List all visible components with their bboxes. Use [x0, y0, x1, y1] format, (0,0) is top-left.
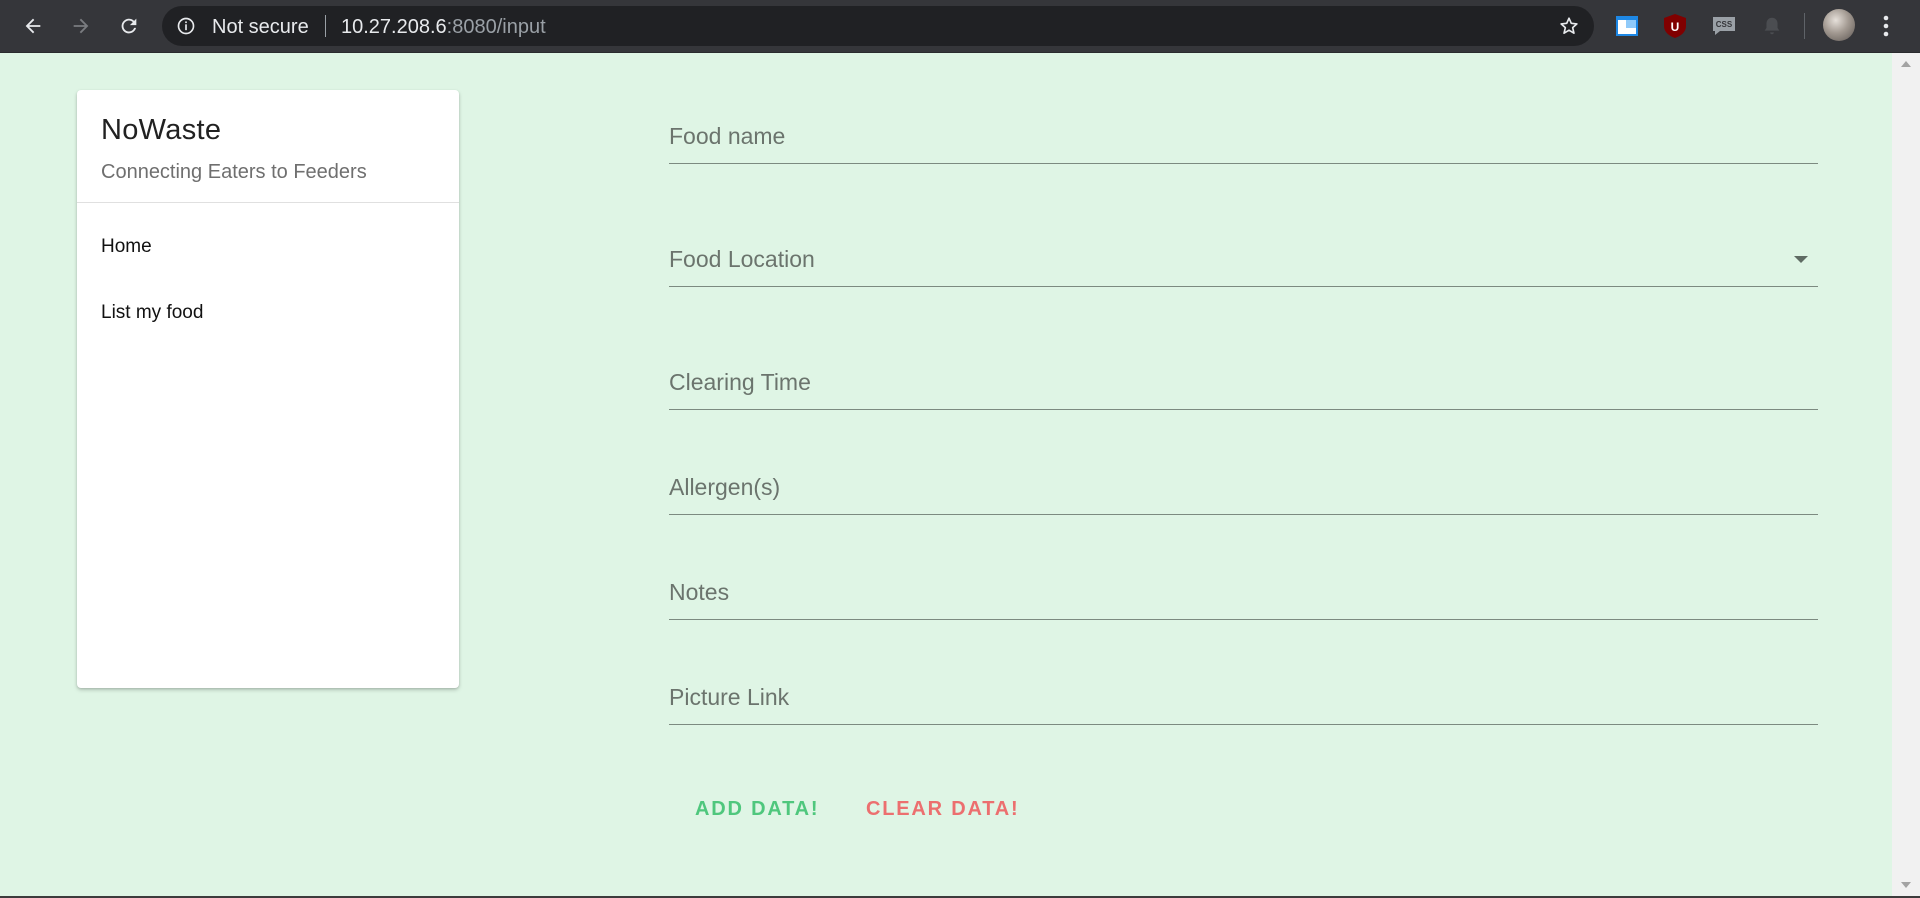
- nav-item-list-my-food[interactable]: List my food: [77, 286, 459, 340]
- dropdown-arrow-icon[interactable]: [1794, 256, 1808, 263]
- bell-extension-icon[interactable]: [1759, 13, 1785, 39]
- add-data-button[interactable]: ADD DATA!: [669, 783, 845, 835]
- field-label: Clearing Time: [669, 369, 811, 395]
- info-icon[interactable]: [176, 16, 196, 36]
- kebab-menu-icon[interactable]: [1876, 12, 1896, 40]
- url-path: :8080/input: [446, 16, 546, 38]
- field-label: Food name: [669, 123, 786, 149]
- nav-item-home[interactable]: Home: [77, 220, 459, 274]
- ublock-icon[interactable]: U: [1662, 13, 1688, 39]
- picture-link-field[interactable]: Picture Link: [669, 667, 1818, 725]
- address-bar[interactable]: Not secure 10.27.208.6:8080/input: [162, 6, 1594, 46]
- forward-arrow-icon: [73, 18, 89, 34]
- nav-item-label: Home: [101, 236, 152, 257]
- reload-icon: [121, 18, 137, 34]
- app-subtitle: Connecting Eaters to Feeders: [101, 161, 367, 183]
- food-location-select[interactable]: Food Location: [669, 223, 1818, 287]
- bookmark-star-icon[interactable]: [1558, 15, 1580, 37]
- css-extension-icon[interactable]: CSS: [1711, 13, 1737, 39]
- forward-button[interactable]: [65, 10, 97, 42]
- clear-data-button[interactable]: CLEAR DATA!: [840, 783, 1045, 835]
- page-content: NoWaste Connecting Eaters to Feeders Hom…: [0, 53, 1892, 896]
- field-label: Picture Link: [669, 684, 790, 710]
- navigation-drawer: NoWaste Connecting Eaters to Feeders Hom…: [77, 90, 459, 688]
- scroll-down-arrow-icon[interactable]: [1901, 882, 1911, 888]
- profile-avatar[interactable]: [1823, 9, 1855, 41]
- back-arrow-icon: [25, 18, 41, 34]
- back-button[interactable]: [17, 10, 49, 42]
- toolbar-separator: [1804, 13, 1805, 39]
- drawer-divider: [77, 202, 459, 203]
- page-scrollbar[interactable]: [1892, 53, 1920, 896]
- window-extension-icon[interactable]: [1614, 13, 1640, 39]
- notes-field[interactable]: Notes: [669, 562, 1818, 620]
- browser-toolbar: Not secure 10.27.208.6:8080/input U CSS: [0, 0, 1920, 53]
- address-separator: [325, 15, 326, 37]
- svg-text:U: U: [1671, 20, 1680, 34]
- url-text[interactable]: 10.27.208.6:8080/input: [341, 16, 546, 39]
- food-name-field[interactable]: Food name: [669, 103, 1818, 164]
- url-host: 10.27.208.6: [341, 16, 447, 38]
- nav-item-label: List my food: [101, 302, 204, 323]
- security-label[interactable]: Not secure: [212, 16, 309, 39]
- clearing-time-field[interactable]: Clearing Time: [669, 353, 1818, 410]
- app-title: NoWaste: [101, 114, 222, 146]
- field-label: Notes: [669, 579, 730, 605]
- allergens-field[interactable]: Allergen(s): [669, 457, 1818, 515]
- svg-text:CSS: CSS: [1716, 20, 1733, 29]
- scroll-up-arrow-icon[interactable]: [1901, 61, 1911, 67]
- field-label: Food Location: [669, 246, 815, 272]
- field-label: Allergen(s): [669, 474, 781, 500]
- reload-button[interactable]: [113, 10, 145, 42]
